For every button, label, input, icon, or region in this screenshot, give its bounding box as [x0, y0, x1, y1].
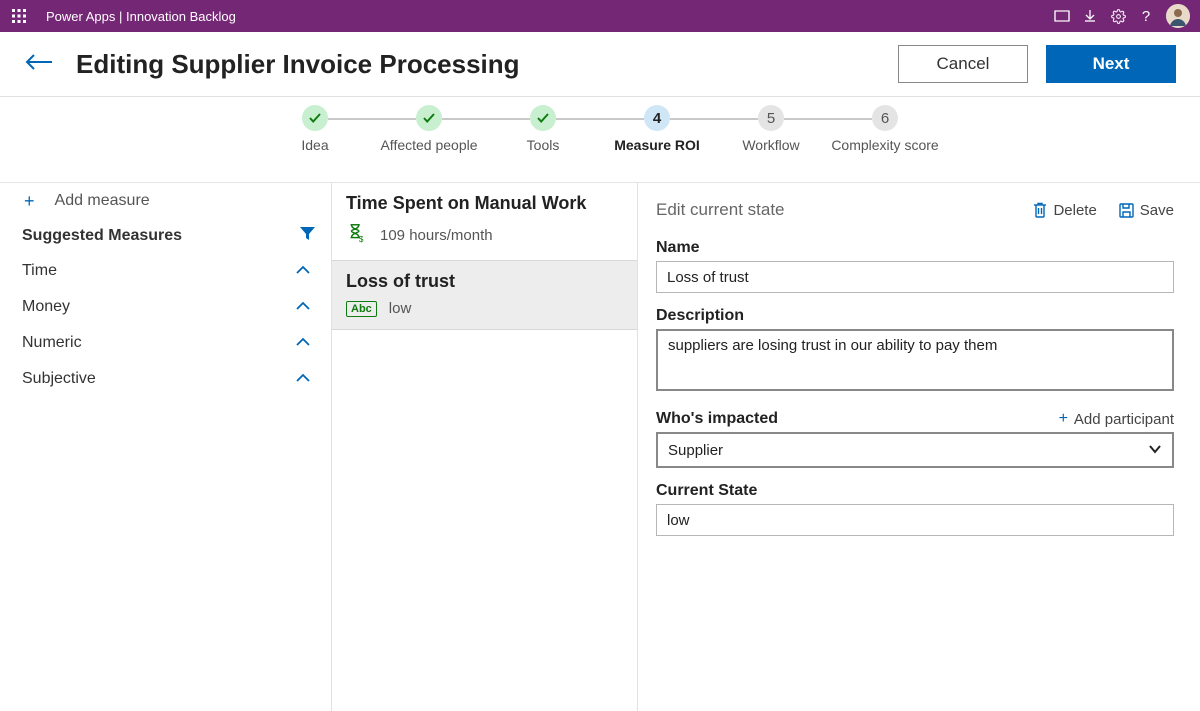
step-affected-people[interactable]: Affected people: [372, 105, 486, 154]
who-impacted-select[interactable]: [656, 432, 1174, 468]
save-button[interactable]: Save: [1119, 202, 1174, 219]
step-workflow[interactable]: 5 Workflow: [714, 105, 828, 154]
back-arrow-icon[interactable]: [24, 53, 54, 76]
measures-sidebar: + Add measure Suggested Measures Time Mo…: [0, 183, 332, 711]
measure-card-loss-of-trust[interactable]: Loss of trust Abc low: [332, 260, 637, 330]
waffle-icon[interactable]: [10, 7, 28, 25]
current-state-input[interactable]: [656, 504, 1174, 536]
step-label: Tools: [486, 137, 600, 154]
suggested-measures-label: Suggested Measures: [22, 227, 182, 245]
who-impacted-label: Who's impacted: [656, 410, 778, 428]
step-label: Measure ROI: [600, 137, 714, 154]
app-name-sep: |: [119, 9, 126, 24]
name-label: Name: [656, 239, 1174, 257]
download-icon[interactable]: [1076, 0, 1104, 32]
step-label: Complexity score: [828, 137, 942, 154]
plus-icon: +: [24, 191, 35, 212]
main-content: + Add measure Suggested Measures Time Mo…: [0, 183, 1200, 711]
step-number: 6: [872, 105, 898, 131]
app-name[interactable]: Power Apps | Innovation Backlog: [46, 9, 236, 24]
chevron-up-icon: [295, 298, 311, 316]
description-label: Description: [656, 307, 1174, 325]
filter-icon[interactable]: [300, 227, 315, 246]
page-header: Editing Supplier Invoice Processing Canc…: [0, 32, 1200, 97]
step-complexity-score[interactable]: 6 Complexity score: [828, 105, 942, 154]
app-name-text: Power Apps: [46, 9, 115, 24]
step-label: Affected people: [372, 137, 486, 154]
measure-card-title: Time Spent on Manual Work: [346, 193, 623, 214]
category-label: Time: [22, 262, 57, 280]
category-label: Subjective: [22, 370, 96, 388]
category-label: Numeric: [22, 334, 82, 352]
description-textarea[interactable]: [656, 329, 1174, 391]
measure-card-value: 109 hours/month: [380, 227, 493, 244]
page-title: Editing Supplier Invoice Processing: [76, 49, 880, 80]
help-icon[interactable]: ?: [1132, 0, 1160, 32]
app-page-text: Innovation Backlog: [126, 9, 236, 24]
step-measure-roi[interactable]: 4 Measure ROI: [600, 105, 714, 154]
plus-icon: +: [1059, 410, 1068, 428]
measure-card-time-spent[interactable]: Time Spent on Manual Work $ 109 hours/mo…: [332, 183, 637, 260]
add-participant-button[interactable]: + Add participant: [1059, 410, 1174, 428]
chevron-up-icon: [295, 370, 311, 388]
hourglass-money-icon: $: [346, 222, 368, 248]
category-subjective[interactable]: Subjective: [0, 361, 331, 397]
suggested-measures-header: Suggested Measures: [0, 219, 331, 253]
fit-icon[interactable]: [1048, 0, 1076, 32]
edit-form: Edit current state Delete Save Name Desc…: [638, 183, 1200, 711]
form-heading: Edit current state: [656, 200, 1011, 220]
step-tools[interactable]: Tools: [486, 105, 600, 154]
save-label: Save: [1140, 202, 1174, 219]
chevron-up-icon: [295, 262, 311, 280]
step-label: Idea: [258, 137, 372, 154]
step-label: Workflow: [714, 137, 828, 154]
step-number: 5: [758, 105, 784, 131]
form-header: Edit current state Delete Save: [656, 195, 1174, 225]
measure-list: Time Spent on Manual Work $ 109 hours/mo…: [332, 183, 638, 711]
add-measure-button[interactable]: + Add measure: [0, 183, 331, 219]
wizard-stepper: Idea Affected people Tools 4 Measure ROI…: [0, 97, 1200, 183]
settings-gear-icon[interactable]: [1104, 0, 1132, 32]
add-measure-label: Add measure: [55, 192, 150, 210]
svg-text:$: $: [359, 235, 364, 244]
measure-card-title: Loss of trust: [346, 271, 623, 292]
cancel-button[interactable]: Cancel: [898, 45, 1028, 83]
step-number: 4: [644, 105, 670, 131]
step-idea[interactable]: Idea: [258, 105, 372, 154]
next-button[interactable]: Next: [1046, 45, 1176, 83]
delete-label: Delete: [1053, 202, 1096, 219]
current-state-label: Current State: [656, 482, 1174, 500]
chevron-up-icon: [295, 334, 311, 352]
user-avatar[interactable]: [1166, 4, 1190, 28]
measure-card-value: low: [389, 300, 412, 317]
category-time[interactable]: Time: [0, 253, 331, 289]
delete-button[interactable]: Delete: [1033, 202, 1096, 219]
name-input[interactable]: [656, 261, 1174, 293]
category-money[interactable]: Money: [0, 289, 331, 325]
text-type-icon: Abc: [346, 301, 377, 317]
global-topbar: Power Apps | Innovation Backlog ?: [0, 0, 1200, 32]
category-label: Money: [22, 298, 70, 316]
category-numeric[interactable]: Numeric: [0, 325, 331, 361]
add-participant-label: Add participant: [1074, 411, 1174, 428]
